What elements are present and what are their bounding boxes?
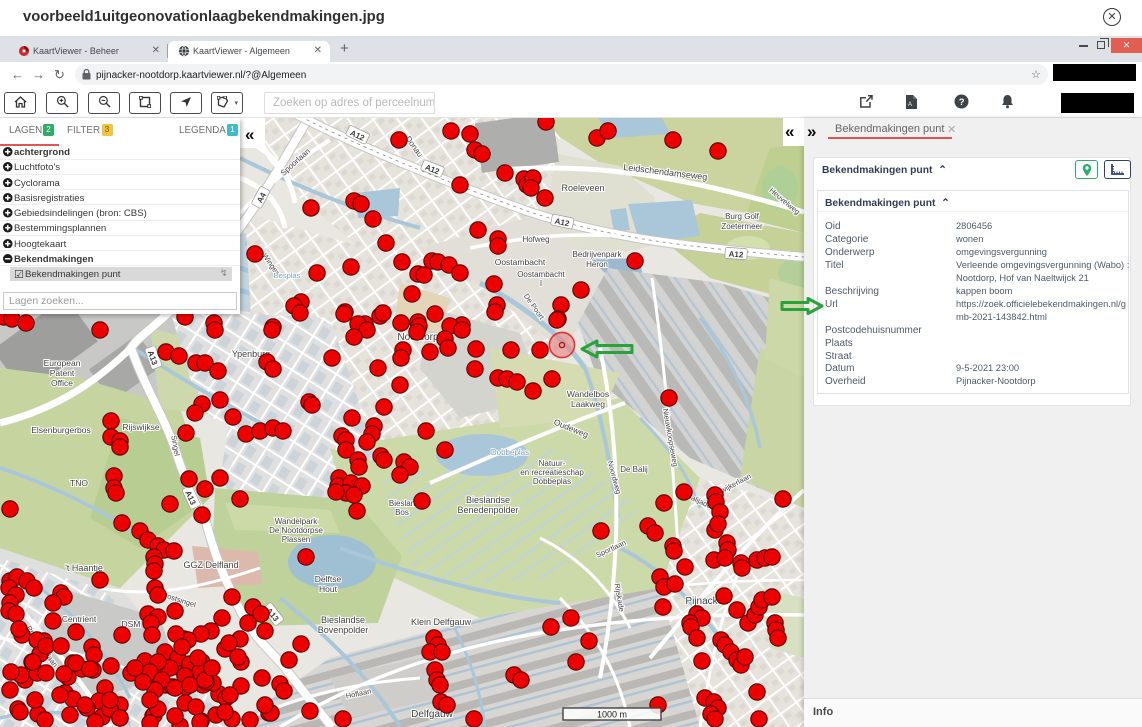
svg-text:Centrient: Centrient xyxy=(62,614,97,624)
svg-text:Zoetermeer: Zoetermeer xyxy=(721,222,763,231)
svg-text:Laakweg: Laakweg xyxy=(571,399,605,409)
svg-text:I: I xyxy=(540,279,542,288)
svg-text:Wandelbos: Wandelbos xyxy=(567,389,609,399)
svg-text:Dobbeplas: Dobbeplas xyxy=(491,448,529,457)
svg-text:Natuur-: Natuur- xyxy=(539,459,566,468)
svg-text:Bieslan: Bieslan xyxy=(389,499,415,508)
svg-text:Hofweg: Hofweg xyxy=(522,235,549,244)
svg-text:Bieslandse: Bieslandse xyxy=(466,495,510,505)
svg-text:GGZ Delfland: GGZ Delfland xyxy=(183,560,238,570)
svg-text:Oostambacht: Oostambacht xyxy=(517,270,565,279)
svg-text:Delftse: Delftse xyxy=(315,574,342,584)
svg-text:De Nootdorpse: De Nootdorpse xyxy=(269,526,323,535)
svg-text:Klein Delfgauw: Klein Delfgauw xyxy=(411,617,472,627)
svg-text:TNO: TNO xyxy=(70,478,88,488)
svg-text:Burg Golf: Burg Golf xyxy=(725,212,760,221)
svg-text:A: A xyxy=(908,102,912,108)
svg-text:Dobbeplas: Dobbeplas xyxy=(533,477,571,486)
svg-text:Heron: Heron xyxy=(586,260,608,269)
svg-text:1000 m: 1000 m xyxy=(597,710,627,720)
svg-text:Rijswijkse: Rijswijkse xyxy=(122,422,160,432)
svg-text:'t Haantje: 't Haantje xyxy=(65,563,103,573)
svg-text:Bos: Bos xyxy=(395,508,409,517)
svg-text:Bedrijvenpark: Bedrijvenpark xyxy=(573,250,623,259)
svg-text:Bieslandse: Bieslandse xyxy=(321,615,365,625)
svg-text:Hout: Hout xyxy=(319,584,338,594)
svg-text:A12: A12 xyxy=(728,249,744,259)
svg-text:en recreatieschap: en recreatieschap xyxy=(520,468,584,477)
svg-text:?: ? xyxy=(959,97,965,108)
svg-text:Benedenpolder: Benedenpolder xyxy=(457,505,518,515)
svg-text:Plassen: Plassen xyxy=(282,535,310,544)
svg-text:Bosplas: Bosplas xyxy=(274,271,301,280)
svg-text:Oostambacht: Oostambacht xyxy=(495,257,546,267)
svg-text:Elsenburgerbos: Elsenburgerbos xyxy=(31,425,91,435)
svg-text:De Balij: De Balij xyxy=(620,465,648,474)
svg-text:Bovenpolder: Bovenpolder xyxy=(318,625,369,635)
svg-text:European: European xyxy=(44,358,81,368)
svg-text:Wandelpark: Wandelpark xyxy=(275,517,318,526)
svg-text:Roeleveen: Roeleveen xyxy=(561,183,604,193)
svg-text:Office: Office xyxy=(51,378,73,388)
svg-text:Patent: Patent xyxy=(50,368,75,378)
